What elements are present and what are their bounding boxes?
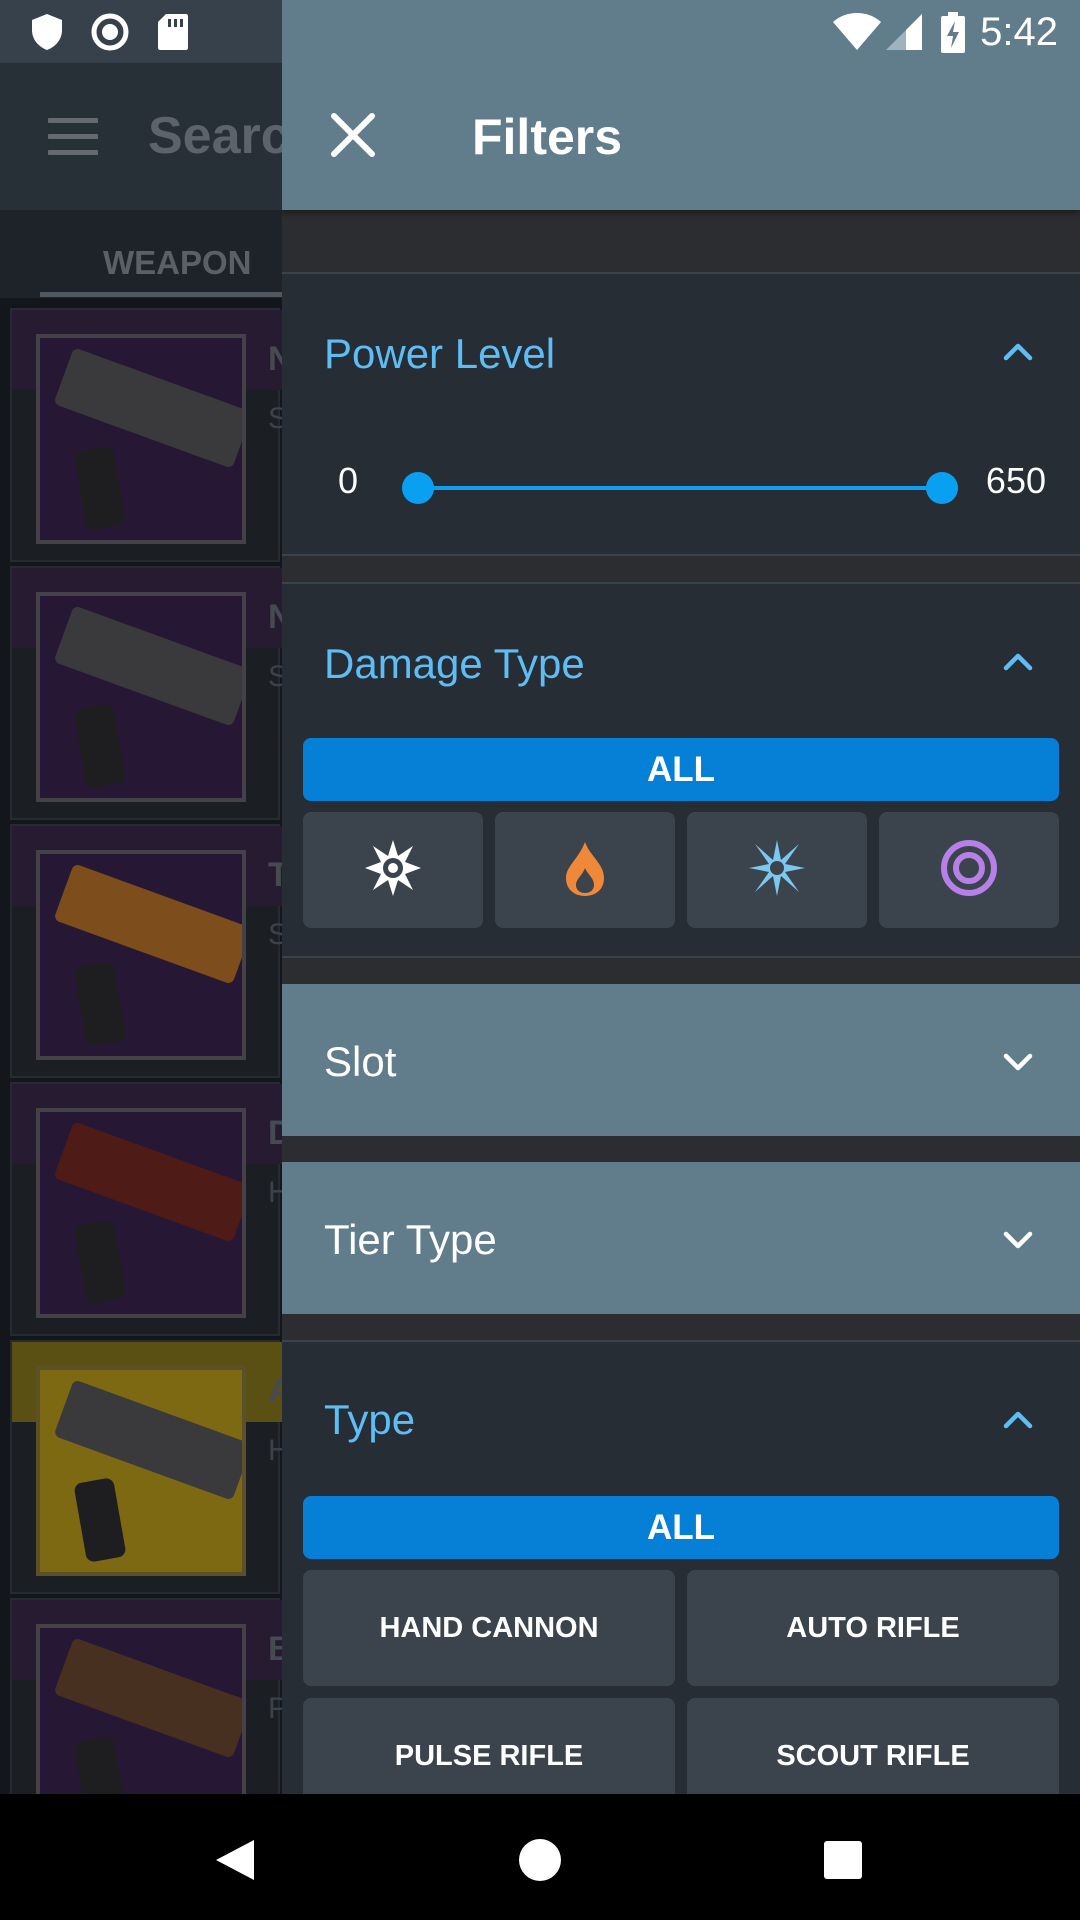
power-slider-min-handle[interactable] [402, 472, 434, 504]
close-icon[interactable] [326, 108, 380, 162]
chevron-down-icon[interactable] [998, 1220, 1038, 1260]
recents-icon[interactable] [823, 1840, 863, 1885]
solar-button[interactable] [495, 812, 675, 928]
page-title: Filters [472, 109, 623, 165]
slot-section[interactable]: Slot [282, 984, 1080, 1136]
home-icon[interactable] [518, 1838, 562, 1887]
arc-icon [747, 838, 807, 903]
shield-icon [30, 12, 64, 57]
tier-type-title[interactable]: Tier Type [324, 1216, 497, 1264]
void-icon [939, 838, 999, 903]
status-bar: 5:42 [0, 0, 1080, 63]
pulse-rifle-button[interactable]: PULSE RIFLE [303, 1698, 675, 1794]
wifi-icon [832, 12, 882, 57]
slot-title[interactable]: Slot [324, 1038, 396, 1086]
record-icon [90, 12, 130, 57]
solar-icon [560, 838, 610, 903]
power-slider-max-handle[interactable] [926, 472, 958, 504]
type-all-button[interactable]: ALL [303, 1496, 1059, 1559]
damage-type-section: Damage Type ALL [282, 582, 1080, 958]
battery-charging-icon [940, 12, 966, 59]
power-level-section: Power Level 0 650 [282, 272, 1080, 556]
power-min-value: 0 [338, 460, 359, 501]
signal-icon [884, 12, 924, 57]
navigation-bar [0, 1794, 1080, 1920]
damage-type-title[interactable]: Damage Type [324, 640, 585, 688]
damage-all-button[interactable]: ALL [303, 738, 1059, 801]
type-section: Type ALL HAND CANNON AUTO RIFLE PULSE RI… [282, 1340, 1080, 1794]
chevron-up-icon[interactable] [998, 1400, 1038, 1440]
power-max-value: 650 [985, 460, 1046, 501]
kinetic-icon [363, 838, 423, 903]
power-slider-track[interactable] [418, 486, 942, 490]
filters-drawer: Filters Power Level 0 650 Damage Type AL… [282, 0, 1080, 1794]
power-level-title[interactable]: Power Level [324, 330, 555, 378]
chevron-up-icon[interactable] [998, 332, 1038, 372]
back-icon[interactable] [212, 1836, 258, 1889]
hand-cannon-button[interactable]: HAND CANNON [303, 1570, 675, 1686]
kinetic-button[interactable] [303, 812, 483, 928]
type-title[interactable]: Type [324, 1396, 415, 1444]
sd-card-icon [156, 12, 190, 57]
auto-rifle-button[interactable]: AUTO RIFLE [687, 1570, 1059, 1686]
status-time: 5:42 [980, 10, 1058, 54]
chevron-up-icon[interactable] [998, 642, 1038, 682]
chevron-down-icon[interactable] [998, 1042, 1038, 1082]
void-button[interactable] [879, 812, 1059, 928]
scout-rifle-button[interactable]: SCOUT RIFLE [687, 1698, 1059, 1794]
arc-button[interactable] [687, 812, 867, 928]
tier-type-section[interactable]: Tier Type [282, 1162, 1080, 1314]
